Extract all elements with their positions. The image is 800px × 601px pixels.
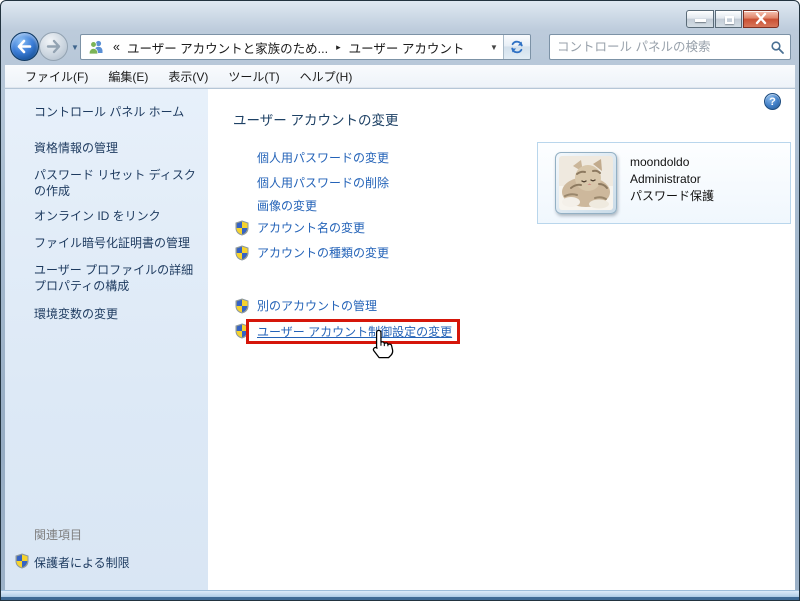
sidebar-item-link-online-id[interactable]: オンライン ID をリンク [34, 208, 204, 224]
close-icon [744, 11, 778, 27]
restore-icon [725, 16, 734, 24]
link-remove-your-password[interactable]: 個人用パスワードの削除 [257, 174, 389, 191]
sidebar-item-control-panel-home[interactable]: コントロール パネル ホーム [34, 104, 204, 120]
address-dropdown-icon[interactable]: ▼ [485, 35, 503, 59]
link-manage-another-account[interactable]: 別のアカウントの管理 [257, 297, 377, 314]
sidebar: コントロール パネル ホーム 資格情報の管理 パスワード リセット ディスクの作… [5, 89, 208, 590]
control-panel-window: ▼ « ユーザー アカウントと家族のため... ▸ ユーザー アカウント ▼ [0, 0, 800, 601]
page-title: ユーザー アカウントの変更 [233, 109, 398, 129]
sidebar-item-change-environment-variables[interactable]: 環境変数の変更 [34, 306, 204, 322]
uac-shield-icon [234, 245, 250, 261]
close-button[interactable] [743, 10, 779, 28]
window-controls [685, 10, 779, 28]
sidebar-item-manage-credentials[interactable]: 資格情報の管理 [34, 140, 204, 156]
menu-tools[interactable]: ツール(T) [218, 68, 289, 85]
kitten-user-picture [559, 156, 613, 210]
window-body: コントロール パネル ホーム 資格情報の管理 パスワード リセット ディスクの作… [5, 89, 795, 590]
menu-file[interactable]: ファイル(F) [15, 68, 98, 85]
help-button[interactable]: ? [764, 93, 781, 110]
user-name: moondoldo [630, 154, 714, 171]
window-bottom-border [1, 590, 799, 600]
link-change-uac-settings[interactable]: ユーザー アカウント制御設定の変更 [257, 323, 452, 340]
row-change-account-type: アカウントの種類の変更 [234, 244, 389, 261]
user-password-status: パスワード保護 [630, 188, 714, 205]
search-input[interactable] [550, 40, 764, 54]
hand-cursor-icon [368, 329, 396, 362]
user-accounts-icon [88, 39, 105, 55]
menu-help[interactable]: ヘルプ(H) [290, 68, 363, 85]
breadcrumb-overflow-chevron[interactable]: « [113, 40, 120, 54]
menu-bar: ファイル(F) 編集(E) 表示(V) ツール(T) ヘルプ(H) [5, 65, 795, 88]
search-icon[interactable] [764, 40, 790, 55]
link-change-account-name[interactable]: アカウント名の変更 [257, 219, 365, 236]
breadcrumb-separator-icon[interactable]: ▸ [336, 42, 341, 53]
sidebar-related-header: 関連項目 [34, 526, 82, 543]
sidebar-item-configure-advanced-user-profile-properties[interactable]: ユーザー プロファイルの詳細プロパティの構成 [34, 262, 204, 294]
menu-edit[interactable]: 編集(E) [98, 68, 158, 85]
help-icon: ? [769, 96, 776, 108]
link-change-your-password[interactable]: 個人用パスワードの変更 [257, 149, 389, 166]
uac-shield-icon [234, 220, 250, 236]
user-account-tile[interactable]: moondoldo Administrator パスワード保護 [537, 142, 791, 224]
breadcrumb-parent[interactable]: ユーザー アカウントと家族のため... [127, 38, 328, 57]
uac-shield-icon [234, 298, 250, 314]
row-manage-another-account: 別のアカウントの管理 [234, 297, 377, 314]
link-change-your-picture[interactable]: 画像の変更 [257, 197, 317, 214]
forward-arrow-icon [40, 33, 67, 60]
sidebar-item-create-password-reset-disk[interactable]: パスワード リセット ディスクの作成 [34, 167, 204, 199]
uac-shield-icon [14, 553, 30, 572]
breadcrumb-current[interactable]: ユーザー アカウント [349, 38, 465, 57]
refresh-button[interactable] [503, 35, 530, 59]
row-change-account-name: アカウント名の変更 [234, 219, 365, 236]
user-picture-frame [555, 152, 617, 214]
forward-button[interactable] [39, 32, 68, 61]
history-dropdown-icon[interactable]: ▼ [71, 43, 79, 52]
address-bar: « ユーザー アカウントと家族のため... ▸ ユーザー アカウント ▼ [80, 34, 531, 60]
link-change-account-type[interactable]: アカウントの種類の変更 [257, 244, 389, 261]
sidebar-item-parental-controls[interactable]: 保護者による制限 [34, 554, 130, 571]
back-button[interactable] [10, 32, 39, 61]
search-box [549, 34, 791, 60]
sidebar-item-manage-file-encryption-certificates[interactable]: ファイル暗号化証明書の管理 [34, 235, 204, 251]
highlight-box: ユーザー アカウント制御設定の変更 [246, 319, 460, 344]
user-role: Administrator [630, 171, 714, 188]
minimize-icon [695, 19, 706, 22]
minimize-button[interactable] [686, 10, 714, 28]
restore-button[interactable] [715, 10, 742, 28]
back-arrow-icon [11, 33, 38, 60]
menu-view[interactable]: 表示(V) [158, 68, 218, 85]
breadcrumb: « ユーザー アカウントと家族のため... ▸ ユーザー アカウント [81, 35, 485, 59]
refresh-icon [509, 39, 525, 55]
